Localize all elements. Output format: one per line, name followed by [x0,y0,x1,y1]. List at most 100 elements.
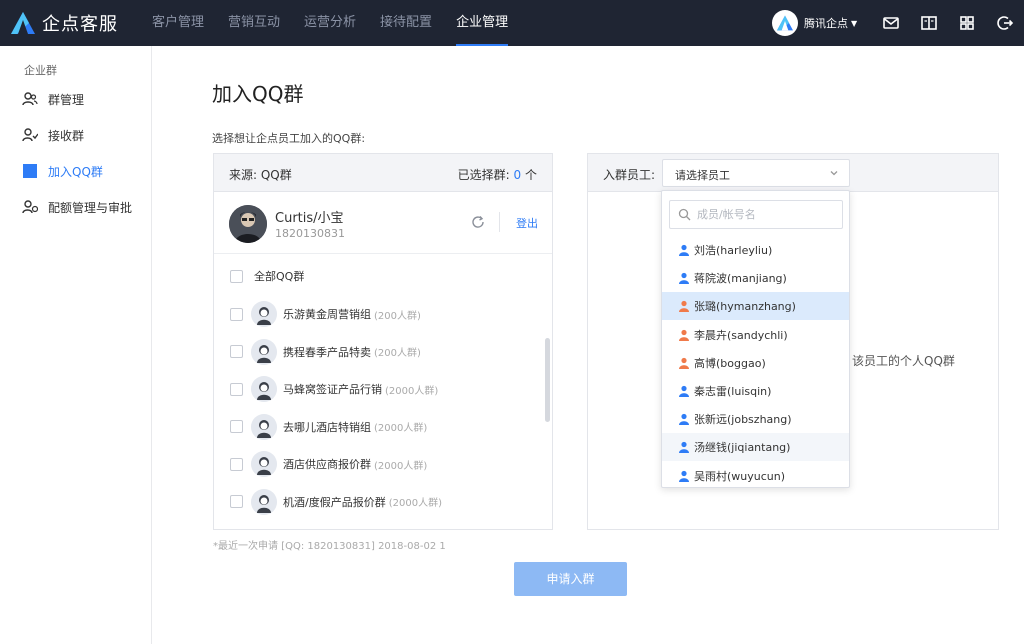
member-option[interactable]: 吴雨村(wuyucun) [662,462,849,490]
apply-join-button[interactable]: 申请入群 [514,562,627,596]
member-option-label: 张璐(hymanzhang) [694,300,796,314]
account-avatar [229,205,267,243]
group-name: 去哪儿酒店特销组 [283,420,371,434]
member-search-input[interactable] [697,208,837,221]
chevron-down-icon [830,171,838,176]
member-option[interactable]: 汤继钱(jiqiantang) [662,433,849,462]
person-icon [679,301,689,313]
group-checkbox[interactable] [230,382,243,396]
book-icon[interactable] [920,14,938,32]
page-title: 加入QQ群 [212,82,304,106]
member-option[interactable]: 张新远(jobszhang) [662,405,849,433]
refresh-icon[interactable] [470,214,486,230]
group-avatar [251,451,277,477]
sidebar: 企业群 群管理 接收群 加入QQ群 配额管理与审批 [0,46,152,644]
nav-analytics[interactable]: 运营分析 [292,0,368,46]
user-avatar [772,10,798,36]
logout-icon[interactable] [996,14,1014,32]
group-checkbox[interactable] [230,457,243,471]
sidebar-item-label: 接收群 [48,128,85,143]
main-nav: 客户管理 营销互动 运营分析 接待配置 企业管理 [140,0,520,46]
receive-group-icon [22,127,38,143]
person-icon [679,244,689,256]
last-apply-note: *最近一次申请 [QQ: 1820130831] 2018-08-02 1 [213,541,446,552]
user-menu[interactable]: 腾讯企点 ▼ [772,10,857,36]
group-row[interactable]: 机酒/度假产品报价群 (2000人群) [230,488,442,515]
member-option-label: 汤继钱(jiqiantang) [694,441,791,455]
group-avatar [251,338,277,365]
member-option-label: 李晨卉(sandychli) [694,328,788,342]
group-avatar [251,376,277,402]
member-option-label: 吴雨村(wuyucun) [694,469,786,483]
person-icon [679,414,689,426]
qq-group-panel: 来源: QQ群 已选择群: 0 个 Curtis/小宝 1820130831 登… [213,153,553,530]
group-avatar [251,413,277,440]
group-checkbox[interactable] [230,495,243,508]
group-size: (2000人群) [385,385,439,397]
member-option[interactable]: 李晨卉(sandychli) [662,321,849,349]
group-list-scrollbar[interactable] [545,338,550,422]
person-icon [679,385,689,397]
group-name: 酒店供应商报价群 [283,458,371,471]
group-avatar [251,301,277,327]
all-groups-checkbox[interactable] [230,269,243,283]
person-icon [679,470,689,482]
group-row[interactable]: 携程春季产品特卖 (200人群) [230,338,421,365]
all-groups-row[interactable]: 全部QQ群 [230,263,304,289]
member-option[interactable]: 秦志雷(luisqin) [662,377,849,405]
caret-down-icon: ▼ [851,18,858,28]
mail-icon[interactable] [882,14,900,32]
sidebar-item-label: 配额管理与审批 [48,200,133,215]
sidebar-item-join-qq-group[interactable]: 加入QQ群 [22,161,103,181]
group-row[interactable]: 酒店供应商报价群 (2000人群) [230,451,427,477]
divider [499,212,500,232]
nav-marketing[interactable]: 营销互动 [216,0,292,46]
group-checkbox[interactable] [230,307,243,321]
group-size: (200人群) [374,310,421,322]
sidebar-item-receive-group[interactable]: 接收群 [22,125,84,145]
apps-grid-icon[interactable] [958,14,976,32]
group-list: 全部QQ群 乐游黄金周营销组 (200人群) 携程春季产品特卖 (200人群) 马蜂窝签… [214,255,552,529]
group-size: (2000人群) [374,460,428,472]
member-option[interactable]: 蒋院波(manjiang) [662,264,849,292]
member-option-label: 蒋院波(manjiang) [694,272,787,286]
member-option[interactable]: 高博(boggao) [662,349,849,377]
main-content: 加入QQ群 选择想让企点员工加入的QQ群: 来源: QQ群 已选择群: 0 个 … [152,46,1024,644]
member-option-label: 高博(boggao) [694,356,766,370]
group-checkbox[interactable] [230,345,243,358]
person-icon [679,442,689,454]
group-name: 马蜂窝签证产品行销 [283,383,382,396]
group-row[interactable]: 马蜂窝签证产品行销 (2000人群) [230,376,438,402]
group-checkbox[interactable] [230,420,243,433]
member-option-label: 张新远(jobszhang) [694,413,792,427]
search-icon [678,208,691,221]
selected-count-suffix: 个 [521,168,537,182]
member-search-box [669,200,843,229]
sidebar-section-title: 企业群 [24,64,57,77]
sidebar-item-label: 加入QQ群 [48,164,103,179]
nav-enterprise-management[interactable]: 企业管理 [444,0,520,46]
group-row[interactable]: 去哪儿酒店特销组 (2000人群) [230,413,428,440]
member-select[interactable]: 请选择员工 [662,159,850,187]
member-option[interactable]: 张璐(hymanzhang) [662,292,849,321]
group-size: (200人群) [374,348,421,359]
sidebar-item-quota-approval[interactable]: 配额管理与审批 [22,197,132,217]
brand-logo[interactable]: 企点客服 [10,10,118,36]
square-icon [22,163,38,179]
group-size: (2000人群) [374,423,428,434]
hint-text: 该员工的个人QQ群 [852,354,955,368]
group-icon [22,91,38,107]
logout-link[interactable]: 登出 [516,215,538,231]
member-panel-header: 入群员工: 请选择员工 [588,154,998,192]
member-dropdown: 刘浩(harleyliu) 蒋院波(manjiang) 张璐(hymanzhang)… [661,190,850,488]
account-qq-number: 1820130831 [275,227,345,240]
sidebar-item-group-management[interactable]: 群管理 [22,89,84,109]
group-row[interactable]: 乐游黄金周营销组 (200人群) [230,301,421,327]
account-row: Curtis/小宝 1820130831 登出 [214,192,552,254]
sidebar-item-label: 群管理 [48,92,85,107]
qq-group-panel-header: 来源: QQ群 已选择群: 0 个 [214,154,552,192]
nav-reception-config[interactable]: 接待配置 [368,0,444,46]
account-name: Curtis/小宝 [275,211,344,226]
member-option[interactable]: 刘浩(harleyliu) [662,236,849,264]
nav-customer-management[interactable]: 客户管理 [140,0,216,46]
